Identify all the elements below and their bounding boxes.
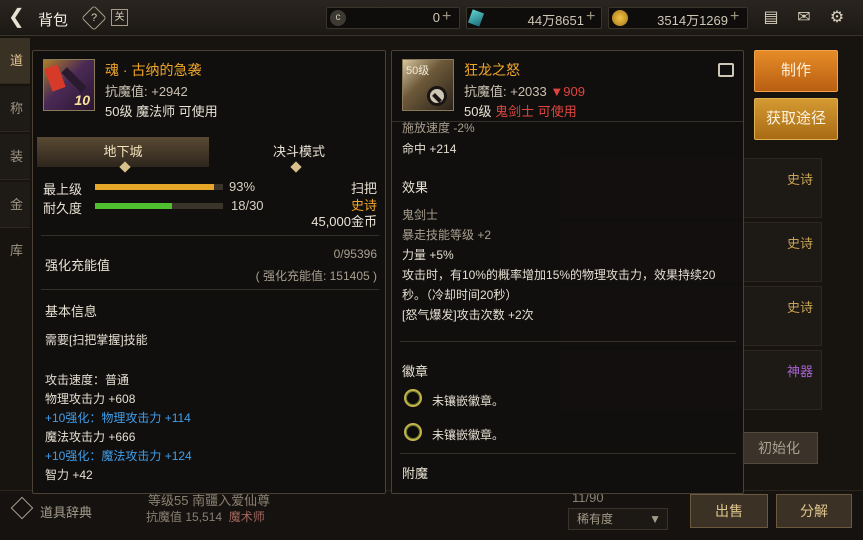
charge-value: 0/95396 bbox=[333, 247, 377, 261]
c-currency-icon: c bbox=[330, 10, 346, 26]
item-resist: 抗魔值: +2942 bbox=[105, 84, 188, 99]
stat-line: 命中 +214 bbox=[402, 142, 457, 156]
stat-line: 施放速度 -2% bbox=[402, 121, 475, 135]
emblem-line: 未镶嵌徽章。 bbox=[432, 428, 505, 442]
effect-line: 力量 +5% bbox=[402, 248, 454, 262]
tab-duel[interactable]: 决斗模式 bbox=[213, 137, 385, 167]
info-line: 智力 +42 bbox=[45, 468, 93, 482]
item-requirement: 50级 鬼剑士 可使用 bbox=[464, 104, 577, 119]
rarity-select[interactable]: 稀有度 ▼ bbox=[568, 508, 668, 530]
durability-bar bbox=[95, 203, 223, 209]
sort-icon[interactable]: 关 bbox=[111, 9, 128, 26]
item-requirement: 50级 魔法师 可使用 bbox=[105, 104, 218, 119]
rarity-label: 神器 bbox=[787, 364, 814, 379]
share-icon[interactable] bbox=[718, 63, 734, 77]
effect-line: 鬼剑士 bbox=[402, 208, 439, 222]
info-line: 魔法攻击力 +666 bbox=[45, 430, 136, 444]
add-currency-3-button[interactable]: + bbox=[730, 8, 739, 26]
basic-info-title: 基本信息 bbox=[45, 304, 98, 319]
emblem-line: 未镶嵌徽章。 bbox=[432, 394, 505, 408]
durability-value: 18/30 bbox=[231, 198, 264, 213]
info-line: 攻击速度：普通 bbox=[45, 373, 130, 387]
item-name: 狂龙之怒 bbox=[464, 62, 520, 78]
badge-icon bbox=[44, 64, 66, 92]
emblem-title: 徽章 bbox=[402, 364, 429, 379]
rarity-label: 史诗 bbox=[787, 236, 814, 251]
item-dictionary-link[interactable]: 道具辞典 bbox=[40, 502, 92, 521]
divider bbox=[400, 453, 736, 454]
character-resist-line: 抗魔值 15,514 魔术师 bbox=[146, 510, 265, 524]
acquire-route-button[interactable]: 获取途径 bbox=[754, 98, 838, 140]
divider bbox=[400, 341, 736, 342]
settings-icon[interactable]: ⚙ bbox=[826, 9, 848, 27]
item-icon: 50级 bbox=[402, 59, 454, 111]
info-line: +10强化：物理攻击力 +114 bbox=[45, 411, 191, 425]
item-resist: 抗魔值: +2033 ▼909 bbox=[464, 84, 585, 99]
storage-icon[interactable]: ▤ bbox=[760, 9, 782, 27]
info-line: 需要[扫把掌握]技能 bbox=[45, 333, 148, 347]
decompose-button[interactable]: 分解 bbox=[776, 494, 852, 528]
initialize-button[interactable]: 初始化 bbox=[740, 432, 818, 464]
effect-line: 攻击时，有10%的概率增加15%的物理攻击力，效果持续20 bbox=[402, 268, 716, 282]
effect-title: 效果 bbox=[402, 180, 429, 195]
rarity-label: 史诗 bbox=[787, 172, 814, 187]
emblem-slot-icon[interactable] bbox=[404, 389, 422, 407]
currency-value-2: 44万8651 bbox=[527, 13, 584, 28]
item-tooltip-left: 10 魂 · 古纳的急袭 抗魔值: +2942 50级 魔法师 可使用 地下城 … bbox=[32, 50, 386, 494]
page-title: 背包 bbox=[38, 12, 69, 29]
effect-line: [怒气爆发]攻击次数 +2次 bbox=[402, 308, 534, 322]
info-line: +10强化：魔法攻击力 +124 bbox=[45, 449, 192, 463]
enchant-title: 附魔 bbox=[402, 466, 429, 481]
emblem-slot-icon[interactable] bbox=[404, 423, 422, 441]
charge-sub: ( 强化充能值: 151405 ) bbox=[255, 269, 377, 283]
item-level-badge: 50级 bbox=[406, 65, 430, 77]
add-currency-2-button[interactable]: + bbox=[586, 8, 595, 26]
side-tab-costume[interactable]: 装扮 bbox=[0, 134, 30, 210]
broom-icon bbox=[61, 67, 87, 93]
item-tooltip-right: 50级 狂龙之怒 抗魔值: +2033 ▼909 50级 鬼剑士 可使用 施放速… bbox=[391, 50, 744, 494]
grade-bar bbox=[95, 184, 223, 190]
mail-icon[interactable]: ✉ bbox=[793, 9, 815, 27]
sell-price: 45,000金币 bbox=[311, 214, 377, 229]
craft-button[interactable]: 制作 bbox=[754, 50, 838, 92]
effect-line: 暴走技能等级 +2 bbox=[402, 228, 492, 242]
mode-tabs: 地下城 决斗模式 bbox=[33, 137, 385, 167]
gold-coin-icon bbox=[612, 10, 628, 26]
effect-line: 秒。（冷却时间20秒） bbox=[402, 288, 518, 302]
enhance-level: 10 bbox=[74, 92, 90, 108]
info-line: 物理攻击力 +608 bbox=[45, 392, 136, 406]
add-currency-1-button[interactable]: + bbox=[442, 8, 451, 26]
divider bbox=[41, 235, 379, 236]
unusable-icon bbox=[427, 86, 447, 106]
rarity-label: 史诗 bbox=[787, 300, 814, 315]
grade-label: 最上级 bbox=[43, 182, 83, 197]
side-tab-vault[interactable]: 金库 bbox=[0, 182, 30, 258]
divider bbox=[41, 289, 379, 290]
durability-label: 耐久度 bbox=[43, 201, 83, 216]
back-arrow-icon[interactable]: ❮ bbox=[8, 7, 25, 27]
side-tab-items[interactable]: 道具 bbox=[0, 38, 30, 114]
side-tab-titles[interactable]: 称号 bbox=[0, 86, 30, 162]
item-name: 魂 · 古纳的急袭 bbox=[105, 62, 202, 78]
sell-button[interactable]: 出售 bbox=[690, 494, 768, 528]
currency-value-1: 0 bbox=[432, 10, 440, 25]
grade-value: 93% bbox=[229, 179, 256, 194]
item-icon: 10 bbox=[43, 59, 95, 111]
currency-value-3: 3514万1269 bbox=[657, 13, 728, 28]
charge-label: 强化充能值 bbox=[45, 258, 111, 273]
